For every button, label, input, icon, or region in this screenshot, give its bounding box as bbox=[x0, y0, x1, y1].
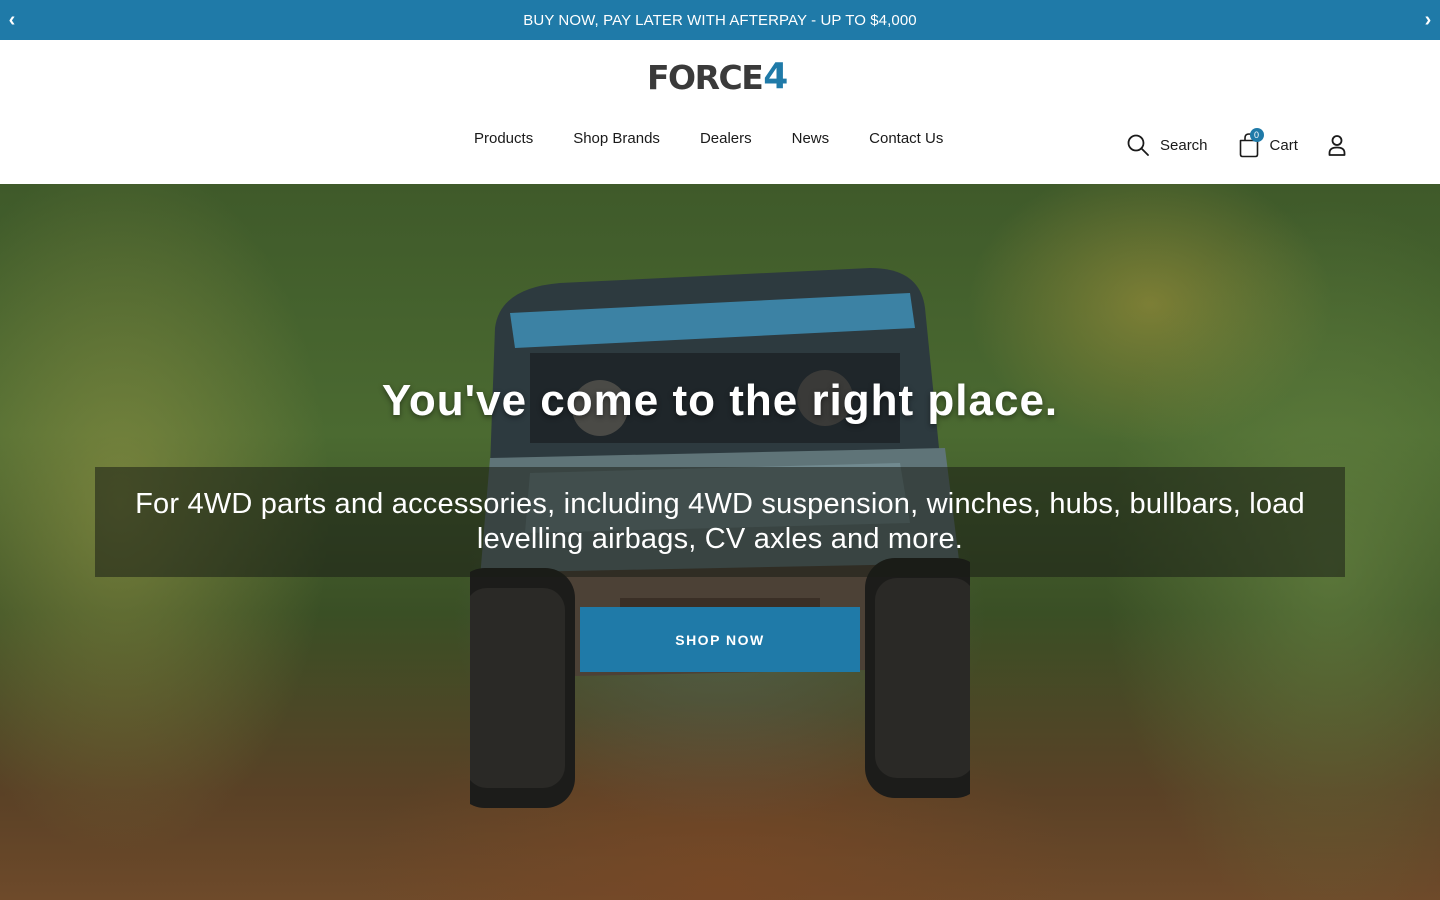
header-tools: Search 0 Cart bbox=[1126, 128, 1346, 160]
announcement-bar: ‹ BUY NOW, PAY LATER WITH AFTERPAY - UP … bbox=[0, 0, 1440, 40]
nav-item-shop-brands[interactable]: Shop Brands bbox=[573, 128, 660, 150]
hero-banner: You've come to the right place. For 4WD … bbox=[0, 184, 1440, 900]
user-icon bbox=[1328, 135, 1346, 156]
nav-item-dealers[interactable]: Dealers bbox=[700, 128, 752, 150]
site-header: FORCE 4 Products Shop Brands Dealers News… bbox=[0, 40, 1440, 184]
nav-item-products[interactable]: Products bbox=[474, 128, 533, 150]
search-icon bbox=[1127, 134, 1149, 156]
site-logo[interactable]: FORCE 4 bbox=[647, 58, 793, 96]
hero-subtitle-panel: For 4WD parts and accessories, including… bbox=[95, 467, 1345, 577]
main-nav: Products Shop Brands Dealers News Contac… bbox=[474, 128, 943, 150]
account-button[interactable] bbox=[1328, 134, 1346, 156]
hero-title: You've come to the right place. bbox=[381, 376, 1059, 425]
announcement-text[interactable]: BUY NOW, PAY LATER WITH AFTERPAY - UP TO… bbox=[523, 12, 916, 29]
logo-text-four: 4 bbox=[763, 56, 788, 97]
logo-text-force: FORCE bbox=[647, 57, 764, 97]
hero-subtitle: For 4WD parts and accessories, including… bbox=[135, 488, 1305, 555]
announcement-prev-arrow[interactable]: ‹ bbox=[0, 0, 24, 40]
shop-now-button[interactable]: SHOP NOW bbox=[580, 607, 860, 672]
nav-item-contact-us[interactable]: Contact Us bbox=[869, 128, 943, 150]
announcement-next-arrow[interactable]: › bbox=[1416, 0, 1440, 40]
search-button[interactable]: Search bbox=[1126, 133, 1208, 157]
nav-item-news[interactable]: News bbox=[792, 128, 830, 150]
cart-count-badge: 0 bbox=[1249, 128, 1264, 142]
cart-button[interactable]: 0 Cart bbox=[1238, 128, 1298, 158]
cart-label: Cart bbox=[1269, 136, 1298, 154]
search-label: Search bbox=[1160, 136, 1208, 154]
